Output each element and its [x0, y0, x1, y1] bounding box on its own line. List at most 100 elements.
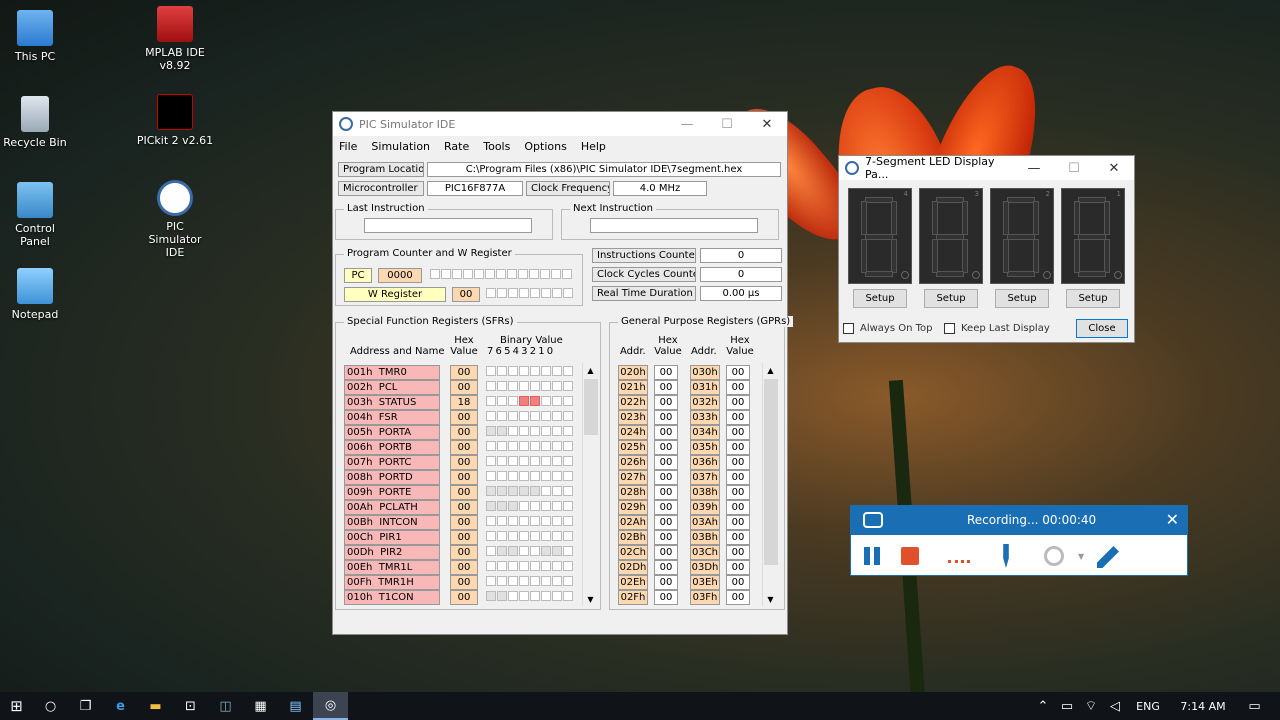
gpr-hex-value[interactable]: 00: [654, 365, 678, 380]
sfr-hex-value[interactable]: 00: [450, 575, 478, 590]
calculator-icon[interactable]: ▦: [243, 692, 278, 720]
minimize-icon[interactable]: —: [1014, 156, 1054, 180]
sfr-bit[interactable]: [519, 486, 529, 496]
sfr-bit[interactable]: [519, 516, 529, 526]
sfr-bit[interactable]: [541, 546, 551, 556]
sfr-bit[interactable]: [563, 456, 573, 466]
sfr-bit[interactable]: [541, 501, 551, 511]
sfr-hex-value[interactable]: 00: [450, 410, 478, 425]
sfr-bit[interactable]: [552, 411, 562, 421]
network-icon[interactable]: ⌔: [1079, 692, 1103, 720]
sfr-bit[interactable]: [519, 426, 529, 436]
menu-file[interactable]: File: [339, 140, 357, 153]
sfr-name[interactable]: 00Bh INTCON: [344, 515, 440, 530]
sfr-bit[interactable]: [530, 441, 540, 451]
sfr-hex-value[interactable]: 00: [450, 440, 478, 455]
sfr-bit[interactable]: [563, 576, 573, 586]
menu-simulation[interactable]: Simulation: [371, 140, 430, 153]
sfr-bit[interactable]: [497, 591, 507, 601]
sfr-bit[interactable]: [563, 516, 573, 526]
gpr-hex-value[interactable]: 00: [654, 575, 678, 590]
sfr-bit[interactable]: [497, 426, 507, 436]
language-indicator[interactable]: ENG: [1127, 700, 1169, 713]
sfr-bit[interactable]: [497, 531, 507, 541]
sfr-bit[interactable]: [486, 426, 496, 436]
seg-close-button[interactable]: Close: [1076, 319, 1128, 338]
sfr-bit[interactable]: [541, 561, 551, 571]
sfr-scrollbar[interactable]: ▲ ▼: [582, 363, 598, 606]
sfr-hex-value[interactable]: 00: [450, 530, 478, 545]
seg-title-bar[interactable]: 7-Segment LED Display Pa... — ☐ ✕: [839, 155, 1134, 181]
sfr-bit[interactable]: [497, 441, 507, 451]
sfr-bit[interactable]: [563, 486, 573, 496]
sfr-bit[interactable]: [563, 441, 573, 451]
clock[interactable]: 7:14 AM: [1169, 700, 1237, 713]
menu-options[interactable]: Options: [524, 140, 566, 153]
sfr-bit[interactable]: [497, 396, 507, 406]
sfr-bit[interactable]: [552, 546, 562, 556]
file-explorer-icon[interactable]: ▬: [138, 692, 173, 720]
sfr-hex-value[interactable]: 00: [450, 485, 478, 500]
gpr-hex-value[interactable]: 00: [726, 395, 750, 410]
network-app-icon[interactable]: ◫: [208, 692, 243, 720]
gpr-hex-value[interactable]: 00: [654, 425, 678, 440]
sfr-name[interactable]: 008h PORTD: [344, 470, 440, 485]
sfr-bit[interactable]: [530, 396, 540, 406]
sfr-bit[interactable]: [486, 411, 496, 421]
sfr-bit[interactable]: [497, 486, 507, 496]
sfr-bit[interactable]: [486, 561, 496, 571]
desktop-icon-mplab[interactable]: MPLAB IDE v8.92: [135, 6, 215, 72]
sfr-bit[interactable]: [530, 366, 540, 376]
sfr-name[interactable]: 007h PORTC: [344, 455, 440, 470]
sfr-bit[interactable]: [486, 366, 496, 376]
setup-button[interactable]: Setup: [1066, 289, 1120, 308]
sfr-bit[interactable]: [519, 546, 529, 556]
microcontroller-field[interactable]: PIC16F877A: [427, 181, 523, 196]
sfr-bit[interactable]: [563, 561, 573, 571]
sfr-bit[interactable]: [519, 411, 529, 421]
sfr-bit[interactable]: [530, 486, 540, 496]
gpr-hex-value[interactable]: 00: [654, 590, 678, 605]
sfr-bit[interactable]: [519, 441, 529, 451]
sfr-bit[interactable]: [541, 426, 551, 436]
sfr-bit[interactable]: [530, 591, 540, 601]
sfr-bit[interactable]: [552, 486, 562, 496]
sfr-name[interactable]: 001h TMR0: [344, 365, 440, 380]
sfr-bit[interactable]: [486, 471, 496, 481]
sfr-bit[interactable]: [497, 516, 507, 526]
sfr-bit[interactable]: [519, 396, 529, 406]
sfr-bit[interactable]: [486, 396, 496, 406]
sfr-name[interactable]: 003h STATUS: [344, 395, 440, 410]
desktop-icon-notepad[interactable]: Notepad: [0, 268, 75, 321]
sfr-bit[interactable]: [541, 576, 551, 586]
notepad-taskbar-icon[interactable]: ▤: [278, 692, 313, 720]
sfr-bit[interactable]: [530, 576, 540, 586]
sfr-name[interactable]: 006h PORTB: [344, 440, 440, 455]
sfr-bit[interactable]: [552, 396, 562, 406]
sfr-bit[interactable]: [486, 501, 496, 511]
sfr-bit[interactable]: [508, 456, 518, 466]
sfr-bit[interactable]: [519, 471, 529, 481]
sfr-bit[interactable]: [508, 441, 518, 451]
keep-last-display-checkbox[interactable]: Keep Last Display: [944, 323, 1050, 334]
gpr-hex-value[interactable]: 00: [654, 395, 678, 410]
sfr-bit[interactable]: [508, 561, 518, 571]
webcam-icon[interactable]: [1044, 546, 1064, 566]
sfr-bit[interactable]: [508, 471, 518, 481]
sfr-bit[interactable]: [530, 456, 540, 466]
sfr-bit[interactable]: [508, 546, 518, 556]
sfr-hex-value[interactable]: 00: [450, 380, 478, 395]
sfr-bit[interactable]: [530, 471, 540, 481]
sfr-bit[interactable]: [519, 561, 529, 571]
always-on-top-checkbox[interactable]: Always On Top: [843, 323, 933, 334]
gpr-hex-value[interactable]: 00: [654, 530, 678, 545]
sfr-bit[interactable]: [508, 516, 518, 526]
sfr-name[interactable]: 00Eh TMR1L: [344, 560, 440, 575]
sfr-bit[interactable]: [486, 381, 496, 391]
sfr-bit[interactable]: [508, 366, 518, 376]
scroll-thumb[interactable]: [584, 379, 598, 435]
sfr-bit[interactable]: [541, 381, 551, 391]
sfr-bit[interactable]: [519, 501, 529, 511]
gpr-hex-value[interactable]: 00: [726, 410, 750, 425]
minimize-icon[interactable]: —: [667, 112, 707, 136]
